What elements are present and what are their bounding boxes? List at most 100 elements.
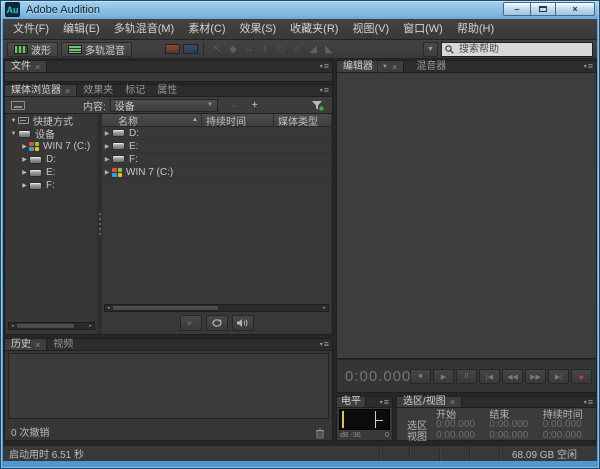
- auto-play-button[interactable]: [231, 315, 254, 331]
- column-header-name[interactable]: 名称 ▲: [102, 113, 201, 128]
- tab-history[interactable]: 历史 ×: [5, 339, 48, 351]
- spot-healing-tool-icon[interactable]: ◣: [321, 44, 337, 55]
- tree-item-drive-f[interactable]: ▶ F:: [6, 179, 97, 192]
- menu-item-effects[interactable]: 效果(S): [233, 19, 284, 39]
- tree-collapsed-icon[interactable]: ▶: [20, 156, 29, 163]
- maximize-button[interactable]: [530, 2, 556, 16]
- time-display[interactable]: 0:00.000: [345, 368, 411, 385]
- column-header-duration[interactable]: 持续时间: [201, 114, 273, 128]
- media-row-win7-c[interactable]: ▶ WIN 7 (C:): [102, 166, 331, 179]
- tab-markers[interactable]: 标记: [119, 85, 151, 96]
- spectral-frequency-display-icon[interactable]: [165, 44, 180, 54]
- move-tool-icon[interactable]: ↖: [209, 44, 225, 55]
- selection-end-value[interactable]: 0:00.000: [489, 419, 542, 430]
- help-search-box[interactable]: [441, 41, 593, 57]
- tab-video[interactable]: 视频: [47, 339, 79, 350]
- levels-panel-body[interactable]: dB -36 0: [336, 408, 393, 441]
- files-panel-menu-button[interactable]: ▾ ≡: [320, 61, 329, 72]
- goto-end-button[interactable]: ▶|: [548, 369, 569, 384]
- slip-tool-icon[interactable]: ↔: [241, 44, 257, 55]
- tab-close-icon[interactable]: ×: [35, 61, 40, 73]
- menu-item-file[interactable]: 文件(F): [6, 19, 56, 39]
- title-bar[interactable]: Au Adobe Audition – ×: [0, 0, 600, 19]
- goto-start-button[interactable]: |◀: [479, 369, 500, 384]
- scrollbar-thumb[interactable]: [113, 306, 218, 310]
- scrollbar-thumb[interactable]: [17, 324, 74, 328]
- tab-levels[interactable]: 电平: [337, 396, 366, 407]
- tab-mixer[interactable]: 混音器: [410, 61, 452, 72]
- chevron-down-icon[interactable]: ▼: [377, 60, 388, 73]
- time-selection-tool-icon[interactable]: I: [257, 44, 273, 55]
- fast-forward-button[interactable]: ▶▶: [525, 369, 546, 384]
- view-start-value[interactable]: 0:00.000: [436, 430, 489, 441]
- history-panel-menu-button[interactable]: ▾ ≡: [320, 339, 329, 350]
- back-button[interactable]: ←: [230, 100, 240, 111]
- menu-item-view[interactable]: 视图(V): [345, 19, 396, 39]
- tree-collapsed-icon[interactable]: ▶: [102, 130, 112, 137]
- search-scope-dropdown[interactable]: ▼: [423, 41, 438, 57]
- spectral-pitch-display-icon[interactable]: [183, 44, 198, 54]
- media-row-drive-d[interactable]: ▶ D:: [102, 127, 331, 140]
- add-shortcut-button[interactable]: +: [252, 100, 258, 111]
- tree-collapsed-icon[interactable]: ▶: [102, 156, 112, 163]
- tab-effects-rack[interactable]: 效果夹: [77, 85, 119, 96]
- media-row-drive-e[interactable]: ▶ E:: [102, 140, 331, 153]
- scroll-left-icon[interactable]: ◂: [9, 323, 16, 329]
- tab-close-icon[interactable]: ×: [65, 85, 70, 97]
- tab-properties[interactable]: 属性: [151, 85, 183, 96]
- loop-playback-button[interactable]: [205, 315, 228, 331]
- tree-collapsed-icon[interactable]: ▶: [102, 143, 112, 150]
- media-browser-panel-menu-button[interactable]: ▾ ≡: [320, 85, 329, 96]
- tree-item-drive-d[interactable]: ▶ D:: [6, 153, 97, 166]
- scroll-right-icon[interactable]: ▸: [87, 323, 94, 329]
- search-input[interactable]: [457, 42, 589, 56]
- tree-expanded-icon[interactable]: ▼: [9, 131, 18, 137]
- marquee-selection-tool-icon[interactable]: □: [273, 44, 289, 55]
- menu-item-window[interactable]: 窗口(W): [396, 19, 450, 39]
- tab-files[interactable]: 文件 ×: [5, 61, 48, 73]
- rewind-button[interactable]: ◀◀: [502, 369, 523, 384]
- tree-item-devices[interactable]: ▼ 设备: [6, 127, 97, 141]
- tree-item-drive-e[interactable]: ▶ E:: [6, 166, 97, 179]
- razor-tool-icon[interactable]: ◆: [225, 44, 241, 55]
- tree-item-win7-c[interactable]: ▶ WIN 7 (C:): [6, 140, 97, 153]
- close-button[interactable]: ×: [555, 2, 595, 16]
- scroll-left-icon[interactable]: ◂: [105, 305, 112, 311]
- minimize-button[interactable]: –: [503, 2, 531, 16]
- multitrack-view-button[interactable]: 多轨混音: [61, 41, 132, 57]
- lasso-selection-tool-icon[interactable]: ○: [289, 44, 305, 55]
- waveform-view-button[interactable]: 波形: [7, 41, 58, 57]
- tab-close-icon[interactable]: ×: [35, 339, 40, 351]
- levels-panel-menu-button[interactable]: ▾ ≡: [380, 397, 389, 407]
- play-button[interactable]: ▶: [433, 369, 454, 384]
- tree-collapsed-icon[interactable]: ▶: [102, 169, 112, 176]
- media-view-icon[interactable]: [11, 100, 25, 110]
- preview-play-button[interactable]: ▶: [179, 315, 202, 331]
- clear-history-button[interactable]: [315, 426, 325, 438]
- list-horizontal-scrollbar[interactable]: ◂ ▸: [104, 304, 329, 312]
- pause-button[interactable]: II: [456, 369, 477, 384]
- tree-expanded-icon[interactable]: ▼: [9, 118, 18, 124]
- media-row-drive-f[interactable]: ▶ F:: [102, 153, 331, 166]
- menu-item-clip[interactable]: 素材(C): [181, 19, 232, 39]
- tab-media-browser[interactable]: 媒体浏览器 ×: [5, 85, 78, 97]
- tree-collapsed-icon[interactable]: ▶: [20, 182, 29, 189]
- editor-canvas[interactable]: [336, 73, 597, 359]
- column-header-media-type[interactable]: 媒体类型: [273, 114, 331, 128]
- menu-item-edit[interactable]: 编辑(E): [56, 19, 107, 39]
- scroll-right-icon[interactable]: ▸: [321, 305, 328, 311]
- editor-panel-menu-button[interactable]: ▾ ≡: [584, 61, 593, 72]
- view-end-value[interactable]: 0:00.000: [489, 430, 542, 441]
- content-dropdown[interactable]: 设备 ▼: [109, 98, 218, 113]
- selection-start-value[interactable]: 0:00.000: [436, 419, 489, 430]
- tree-collapsed-icon[interactable]: ▶: [20, 143, 29, 150]
- tab-close-icon[interactable]: ×: [392, 61, 397, 73]
- tab-editor[interactable]: 编辑器 ▼ ×: [337, 60, 405, 73]
- view-duration-value[interactable]: 0:00.000: [543, 430, 596, 441]
- menu-item-favorites[interactable]: 收藏夹(R): [283, 19, 345, 39]
- menu-item-multitrack[interactable]: 多轨混音(M): [107, 19, 182, 39]
- stop-button[interactable]: ■: [410, 369, 431, 384]
- tree-horizontal-scrollbar[interactable]: ◂ ▸: [8, 322, 95, 330]
- filter-button[interactable]: [311, 100, 324, 111]
- record-button[interactable]: ●: [571, 369, 592, 384]
